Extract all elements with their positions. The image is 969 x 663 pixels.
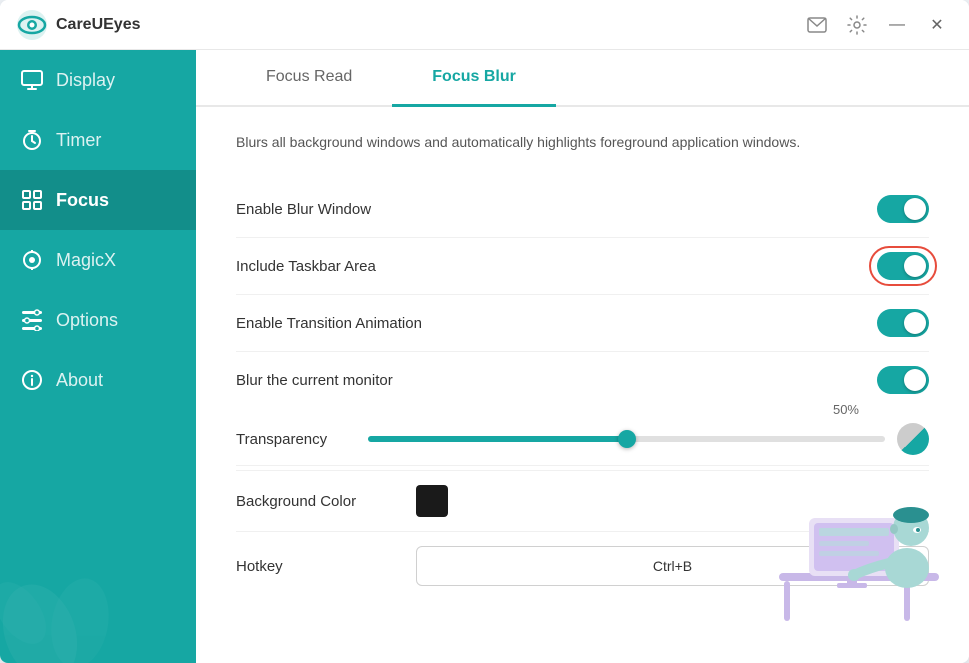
sidebar-label-timer: Timer <box>56 130 101 151</box>
main-content: Display Timer <box>0 50 969 663</box>
description: Blurs all background windows and automat… <box>236 131 929 153</box>
enable-blur-window-toggle[interactable] <box>877 195 929 223</box>
background-color-swatch[interactable] <box>416 485 448 517</box>
transparency-icon <box>897 423 929 455</box>
setting-row-enable-transition-animation: Enable Transition Animation <box>236 295 929 352</box>
focus-icon <box>20 188 44 212</box>
include-taskbar-area-toggle[interactable] <box>877 252 929 280</box>
sidebar: Display Timer <box>0 50 196 663</box>
blur-current-monitor-label: Blur the current monitor <box>236 372 393 389</box>
timer-icon <box>20 128 44 152</box>
sidebar-label-options: Options <box>56 310 118 331</box>
sidebar-label-focus: Focus <box>56 190 109 211</box>
app-window: CareUEyes — ✕ <box>0 0 969 663</box>
sidebar-label-display: Display <box>56 70 115 91</box>
include-taskbar-area-toggle-wrapper <box>877 252 929 280</box>
transparency-section: 50% Transparency <box>236 398 929 466</box>
background-color-row: Background Color <box>236 471 929 532</box>
sidebar-label-about: About <box>56 370 103 391</box>
sidebar-item-display[interactable]: Display <box>0 50 196 110</box>
setting-row-enable-blur-window: Enable Blur Window <box>236 181 929 238</box>
sidebar-decoration <box>0 503 196 663</box>
transparency-label: Transparency <box>236 431 356 448</box>
options-icon <box>20 308 44 332</box>
enable-transition-animation-label: Enable Transition Animation <box>236 315 422 332</box>
transparency-slider[interactable] <box>368 436 885 442</box>
setting-row-include-taskbar-area: Include Taskbar Area <box>236 238 929 295</box>
hotkey-input[interactable]: Ctrl+B <box>416 546 929 586</box>
sidebar-label-magicx: MagicX <box>56 250 116 271</box>
enable-blur-window-label: Enable Blur Window <box>236 201 371 218</box>
sidebar-item-timer[interactable]: Timer <box>0 110 196 170</box>
title-bar-actions: — ✕ <box>801 9 953 41</box>
minimize-icon: — <box>889 16 905 34</box>
mail-button[interactable] <box>801 9 833 41</box>
blur-current-monitor-toggle[interactable] <box>877 366 929 394</box>
background-color-label: Background Color <box>236 493 396 510</box>
hotkey-label: Hotkey <box>236 558 396 575</box>
sidebar-item-options[interactable]: Options <box>0 290 196 350</box>
sidebar-item-magicx[interactable]: MagicX <box>0 230 196 290</box>
hotkey-value: Ctrl+B <box>653 558 692 574</box>
hotkey-row: Hotkey Ctrl+B <box>236 532 929 600</box>
display-icon <box>20 68 44 92</box>
transparency-percent: 50% <box>833 402 859 417</box>
enable-transition-animation-toggle[interactable] <box>877 309 929 337</box>
close-icon: ✕ <box>930 15 943 35</box>
settings-button[interactable] <box>841 9 873 41</box>
about-icon <box>20 368 44 392</box>
magicx-icon <box>20 248 44 272</box>
content-area: Focus Read Focus Blur Blurs all backgrou… <box>196 50 969 663</box>
hotkey-clear-button[interactable] <box>900 556 920 576</box>
gear-icon <box>847 15 867 35</box>
include-taskbar-area-label: Include Taskbar Area <box>236 258 376 275</box>
setting-row-blur-current-monitor: Blur the current monitor 50% <box>236 352 929 471</box>
app-logo: CareUEyes <box>16 9 141 41</box>
tab-focus-blur[interactable]: Focus Blur <box>392 50 556 107</box>
app-title: CareUEyes <box>56 16 141 34</box>
sidebar-item-about[interactable]: About <box>0 350 196 410</box>
tabs: Focus Read Focus Blur <box>196 50 969 107</box>
minimize-button[interactable]: — <box>881 9 913 41</box>
eye-icon <box>16 9 48 41</box>
transparency-row: Transparency <box>236 423 929 455</box>
title-bar: CareUEyes — ✕ <box>0 0 969 50</box>
close-button[interactable]: ✕ <box>921 9 953 41</box>
tab-focus-read[interactable]: Focus Read <box>226 50 392 107</box>
mail-icon <box>807 17 827 33</box>
sidebar-item-focus[interactable]: Focus <box>0 170 196 230</box>
settings-content: Blurs all background windows and automat… <box>196 107 969 663</box>
